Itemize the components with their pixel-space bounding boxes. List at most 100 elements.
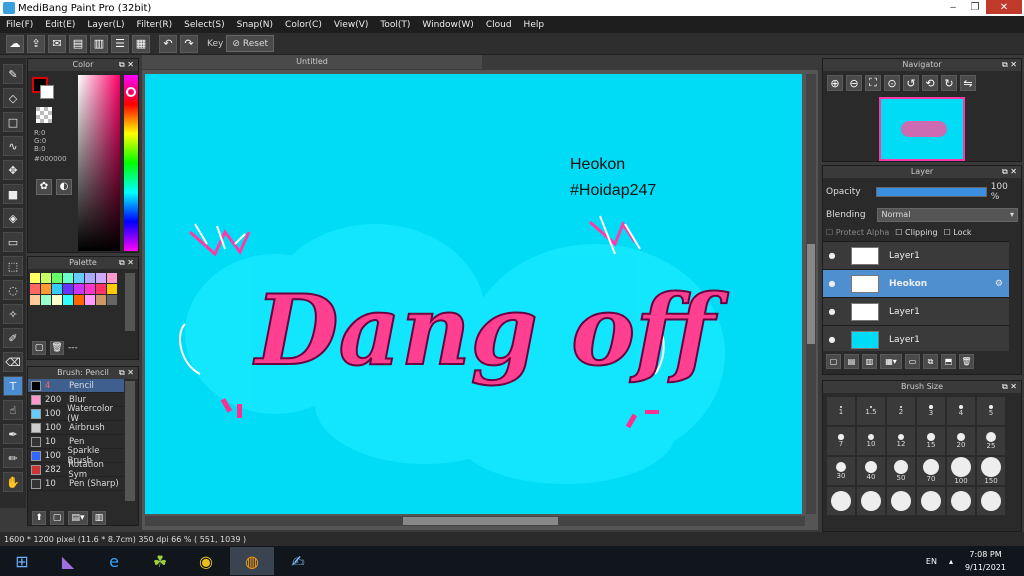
zoom-out-icon[interactable]: ⊖ [846, 75, 862, 91]
brush-size-cell[interactable]: 1.5 [856, 396, 886, 426]
palette-swatch[interactable] [96, 295, 106, 305]
new-layer-icon[interactable]: ▢ [826, 354, 841, 369]
visual-studio-icon[interactable]: ◣ [46, 547, 90, 575]
brush-menu-icon[interactable]: ▤▾ [68, 511, 88, 525]
palette-swatch[interactable] [52, 284, 62, 294]
palette-swatch[interactable] [41, 273, 51, 283]
brush-scrollbar[interactable] [125, 381, 135, 501]
palette-swatch[interactable] [85, 284, 95, 294]
brush-item[interactable]: 282 Rotation Sym [28, 460, 124, 480]
brush-size-cell[interactable]: 3 [916, 396, 946, 426]
brush-new-icon[interactable]: ▢ [50, 511, 64, 525]
menu-file[interactable]: File(F) [0, 20, 39, 30]
palette-swatch[interactable] [107, 295, 117, 305]
layer-row[interactable]: ● Layer1 [823, 297, 1009, 325]
palette-swatch[interactable] [41, 295, 51, 305]
hue-slider[interactable] [124, 75, 138, 251]
redo-icon[interactable]: ↷ [180, 34, 198, 53]
visibility-icon[interactable]: ● [823, 279, 841, 288]
medibang-icon[interactable]: ◍ [230, 547, 274, 575]
palette-swatch[interactable] [74, 284, 84, 294]
palette-swatch[interactable] [96, 284, 106, 294]
close-icon[interactable]: ⧉ ✕ [1002, 381, 1017, 393]
brush-size-cell[interactable]: 40 [856, 456, 886, 486]
rectangle-tool-icon[interactable]: □ [3, 112, 23, 132]
list-icon[interactable]: ☰ [111, 34, 129, 53]
delete-layer-icon[interactable]: 🗑 [959, 354, 974, 369]
rotate-reset-icon[interactable]: ⟲ [922, 75, 938, 91]
palette-icon[interactable]: ✿ [36, 179, 52, 195]
brush-size-cell[interactable]: 25 [976, 426, 1006, 456]
duplicate-layer-icon[interactable]: ⧉ [923, 354, 938, 369]
lasso-tool-icon[interactable]: ◌ [3, 280, 23, 300]
palette-swatch[interactable] [74, 295, 84, 305]
curve-tool-icon[interactable]: ∿ [3, 136, 23, 156]
canvas-tab[interactable]: Untitled [142, 55, 482, 69]
brush-size-cell[interactable]: 7 [826, 426, 856, 456]
folder-icon[interactable]: ▭ [905, 354, 920, 369]
brush-size-cell[interactable]: 50 [886, 456, 916, 486]
new-halftone-layer-icon[interactable]: ▤ [844, 354, 859, 369]
close-icon[interactable]: ⧉ ✕ [119, 257, 134, 269]
close-icon[interactable]: ⧉ ✕ [119, 367, 134, 379]
brush-size-cell[interactable] [826, 486, 856, 516]
coccoc-browser-icon[interactable]: ☘ [138, 547, 182, 575]
palette-swatch[interactable] [30, 295, 40, 305]
menu-cloud[interactable]: Cloud [480, 20, 518, 30]
trash-icon[interactable]: 🗑 [50, 341, 64, 355]
close-icon[interactable]: ⧉ ✕ [1002, 59, 1017, 71]
palette-swatch[interactable] [63, 284, 73, 294]
comment-icon[interactable]: ✉ [48, 34, 66, 53]
blending-select[interactable]: Normal ▾ [877, 208, 1018, 222]
brush-item[interactable]: 4 Pencil [28, 379, 124, 393]
fill-rect-tool-icon[interactable]: ■ [3, 184, 23, 204]
menu-tool[interactable]: Tool(T) [374, 20, 416, 30]
new-8bit-layer-icon[interactable]: ▥ [862, 354, 877, 369]
brush-size-cell[interactable]: 10 [856, 426, 886, 456]
brush-size-cell[interactable]: 100 [946, 456, 976, 486]
grid-icon[interactable]: ▦ [132, 34, 150, 53]
background-color-swatch[interactable] [40, 85, 54, 99]
brush-size-cell[interactable]: 2 [886, 396, 916, 426]
menu-filter[interactable]: Filter(R) [131, 20, 179, 30]
share-icon[interactable]: ⇪ [27, 34, 45, 53]
palette-swatch[interactable] [63, 295, 73, 305]
clipping-checkbox[interactable]: ☐ Clipping [895, 228, 937, 237]
menu-window[interactable]: Window(W) [416, 20, 479, 30]
start-button-icon[interactable]: ⊞ [0, 547, 44, 575]
canvas-hscrollbar[interactable] [145, 516, 805, 526]
fit-icon[interactable]: ⛶ [865, 75, 881, 91]
brush-size-cell[interactable]: 70 [916, 456, 946, 486]
close-icon[interactable]: ⧉ ✕ [119, 59, 134, 71]
menu-snap[interactable]: Snap(N) [231, 20, 279, 30]
zoom-reset-icon[interactable]: ⊙ [884, 75, 900, 91]
menu-layer[interactable]: Layer(L) [81, 20, 130, 30]
paint-icon[interactable]: ✍ [276, 547, 320, 575]
palette-swatch[interactable] [96, 273, 106, 283]
menu-edit[interactable]: Edit(E) [39, 20, 81, 30]
hue-handle[interactable] [126, 87, 136, 97]
layer-row[interactable]: ● Layer1 [823, 325, 1009, 351]
protect-alpha-checkbox[interactable]: ☐ Protect Alpha [826, 228, 889, 237]
lock-checkbox[interactable]: ☐ Lock [944, 228, 972, 237]
magic-wand-tool-icon[interactable]: ✧ [3, 304, 23, 324]
opacity-slider[interactable] [875, 187, 987, 197]
brush-size-cell[interactable]: 1 [826, 396, 856, 426]
palette-swatch[interactable] [63, 273, 73, 283]
brush-add-icon[interactable]: ⬆ [32, 511, 46, 525]
gradient-tool-icon[interactable]: ▭ [3, 232, 23, 252]
brush-size-cell[interactable]: 15 [916, 426, 946, 456]
visibility-icon[interactable]: ● [823, 307, 841, 316]
saturation-value-picker[interactable] [78, 75, 120, 251]
brush-size-cell[interactable] [976, 486, 1006, 516]
minimize-button[interactable]: ‒ [942, 0, 964, 14]
chrome-icon[interactable]: ◉ [184, 547, 228, 575]
page-icon[interactable]: ▥ [90, 34, 108, 53]
brush-size-cell[interactable] [856, 486, 886, 516]
cloud-icon[interactable]: ☁ [6, 34, 24, 53]
internet-explorer-icon[interactable]: e [92, 547, 136, 575]
menu-help[interactable]: Help [518, 20, 551, 30]
clock[interactable]: 7:08 PM 9/11/2021 [965, 548, 1006, 574]
brush-settings-icon[interactable]: ▥ [92, 511, 106, 525]
operation-tool-icon[interactable]: ☝ [3, 400, 23, 420]
